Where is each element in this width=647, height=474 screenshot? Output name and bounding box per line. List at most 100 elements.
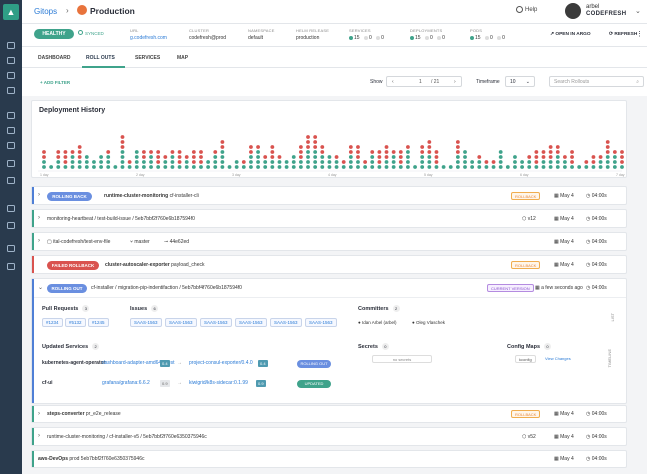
deploy-success-dot[interactable] [513, 165, 517, 169]
deploy-success-dot[interactable] [77, 160, 82, 164]
deploy-success-dot[interactable] [49, 165, 54, 169]
deploy-success-dot[interactable] [234, 165, 239, 169]
tab-dashboard[interactable]: DASHBOARD [38, 55, 71, 61]
deploy-rollback-dot[interactable] [63, 155, 68, 159]
deploy-rollback-dot[interactable] [384, 155, 389, 159]
deploy-success-dot[interactable] [513, 155, 517, 159]
deploy-success-dot[interactable] [113, 165, 118, 169]
deploy-success-dot[interactable] [134, 165, 139, 169]
breadcrumb-gitops[interactable]: Gitops [34, 7, 57, 16]
docs-icon[interactable] [7, 245, 15, 252]
deploy-success-dot[interactable] [327, 155, 332, 159]
timeframe-select[interactable]: 10 ⌄ [505, 76, 535, 87]
deploy-rollback-dot[interactable] [370, 150, 375, 154]
chevron-down-icon[interactable]: ⌄ [635, 7, 641, 15]
deploy-rollback-dot[interactable] [491, 160, 496, 164]
deploy-rollback-dot[interactable] [406, 145, 410, 149]
deploy-rollback-dot[interactable] [356, 150, 360, 154]
deploy-success-dot[interactable] [56, 165, 61, 169]
deploy-success-dot[interactable] [149, 160, 153, 164]
deploy-rollback-dot[interactable] [63, 150, 68, 154]
rollout-row[interactable]: › ROLLING BACK runtime-cluster-monitorin… [31, 186, 627, 205]
service-to-image[interactable]: project-consul-exporter/0.4.0 [189, 360, 253, 366]
deploy-success-dot[interactable] [92, 160, 96, 164]
deploy-success-dot[interactable] [563, 165, 567, 169]
deploy-rollback-dot[interactable] [298, 145, 303, 149]
deploy-success-dot[interactable] [84, 165, 89, 169]
deploy-success-dot[interactable] [170, 160, 175, 164]
deploy-rollback-dot[interactable] [199, 160, 203, 164]
deploy-rollback-dot[interactable] [420, 150, 425, 154]
deploy-rollback-dot[interactable] [377, 155, 382, 159]
search-input[interactable]: Search Rollouts ⌕ [549, 76, 644, 87]
deploy-rollback-dot[interactable] [455, 145, 460, 149]
deploy-success-dot[interactable] [42, 160, 46, 164]
deploy-success-dot[interactable] [213, 160, 218, 164]
deploy-success-dot[interactable] [127, 165, 132, 169]
next-page-icon[interactable]: › [454, 79, 456, 85]
deploy-success-dot[interactable] [477, 160, 482, 164]
deploy-success-dot[interactable] [427, 165, 432, 169]
deploy-success-dot[interactable] [284, 165, 289, 169]
deploy-rollback-dot[interactable] [149, 150, 153, 154]
deploy-rollback-dot[interactable] [106, 150, 111, 154]
deploy-success-dot[interactable] [434, 165, 439, 169]
deploy-success-dot[interactable] [391, 160, 396, 164]
deploy-rollback-dot[interactable] [120, 145, 125, 149]
deploy-rollback-dot[interactable] [156, 150, 161, 154]
helm-icon[interactable] [7, 127, 15, 134]
folder-icon[interactable] [7, 205, 15, 212]
deploy-rollback-dot[interactable] [427, 145, 432, 149]
deploy-rollback-dot[interactable] [177, 155, 182, 159]
deploy-success-dot[interactable] [220, 150, 225, 154]
deploy-rollback-dot[interactable] [270, 150, 275, 154]
chevron-right-icon[interactable]: › [38, 433, 40, 439]
deploy-rollback-dot[interactable] [156, 160, 161, 164]
prev-page-icon[interactable]: ‹ [392, 79, 394, 85]
deploy-success-dot[interactable] [605, 165, 610, 169]
deploy-success-dot[interactable] [570, 165, 574, 169]
deploy-rollback-dot[interactable] [142, 155, 146, 159]
deploy-rollback-dot[interactable] [620, 155, 624, 159]
deploy-success-dot[interactable] [548, 160, 553, 164]
deploy-rollback-dot[interactable] [298, 150, 303, 154]
deploy-rollback-dot[interactable] [199, 155, 203, 159]
deploy-success-dot[interactable] [149, 155, 153, 159]
deploy-success-dot[interactable] [291, 155, 296, 159]
deploy-success-dot[interactable] [134, 160, 139, 164]
deploy-success-dot[interactable] [612, 165, 617, 169]
help-link[interactable]: Help [525, 7, 537, 13]
deploy-rollback-dot[interactable] [241, 160, 246, 164]
deploy-rollback-dot[interactable] [377, 150, 382, 154]
deploy-success-dot[interactable] [99, 165, 103, 169]
deploy-success-dot[interactable] [334, 160, 339, 164]
deploy-success-dot[interactable] [84, 155, 89, 159]
deploy-success-dot[interactable] [455, 165, 460, 169]
deploy-rollback-dot[interactable] [56, 150, 61, 154]
deploy-success-dot[interactable] [427, 160, 432, 164]
deploy-success-dot[interactable] [313, 165, 318, 169]
deploy-success-dot[interactable] [313, 155, 318, 159]
cloud-icon[interactable] [7, 177, 15, 184]
deploy-success-dot[interactable] [477, 165, 482, 169]
deploy-success-dot[interactable] [256, 155, 260, 159]
dashboard-icon[interactable] [7, 42, 15, 49]
deploy-rollback-dot[interactable] [477, 155, 482, 159]
deploy-success-dot[interactable] [484, 165, 489, 169]
deploy-success-dot[interactable] [527, 160, 532, 164]
deploy-success-dot[interactable] [263, 165, 268, 169]
deploy-success-dot[interactable] [341, 165, 346, 169]
tab-rollouts[interactable]: ROLL OUTS [86, 55, 115, 61]
deploy-success-dot[interactable] [356, 165, 360, 169]
deploy-success-dot[interactable] [384, 160, 389, 164]
deploy-success-dot[interactable] [220, 165, 225, 169]
deploy-rollback-dot[interactable] [77, 145, 82, 149]
deploy-rollback-dot[interactable] [620, 150, 624, 154]
deploy-success-dot[interactable] [177, 165, 182, 169]
deploy-success-dot[interactable] [70, 160, 75, 164]
issue-chip[interactable]: SAAS-1563 [235, 318, 267, 327]
deploy-success-dot[interactable] [348, 165, 353, 169]
deploy-success-dot[interactable] [163, 165, 168, 169]
issue-chip[interactable]: SAAS-1563 [270, 318, 302, 327]
deploy-rollback-dot[interactable] [306, 145, 310, 149]
